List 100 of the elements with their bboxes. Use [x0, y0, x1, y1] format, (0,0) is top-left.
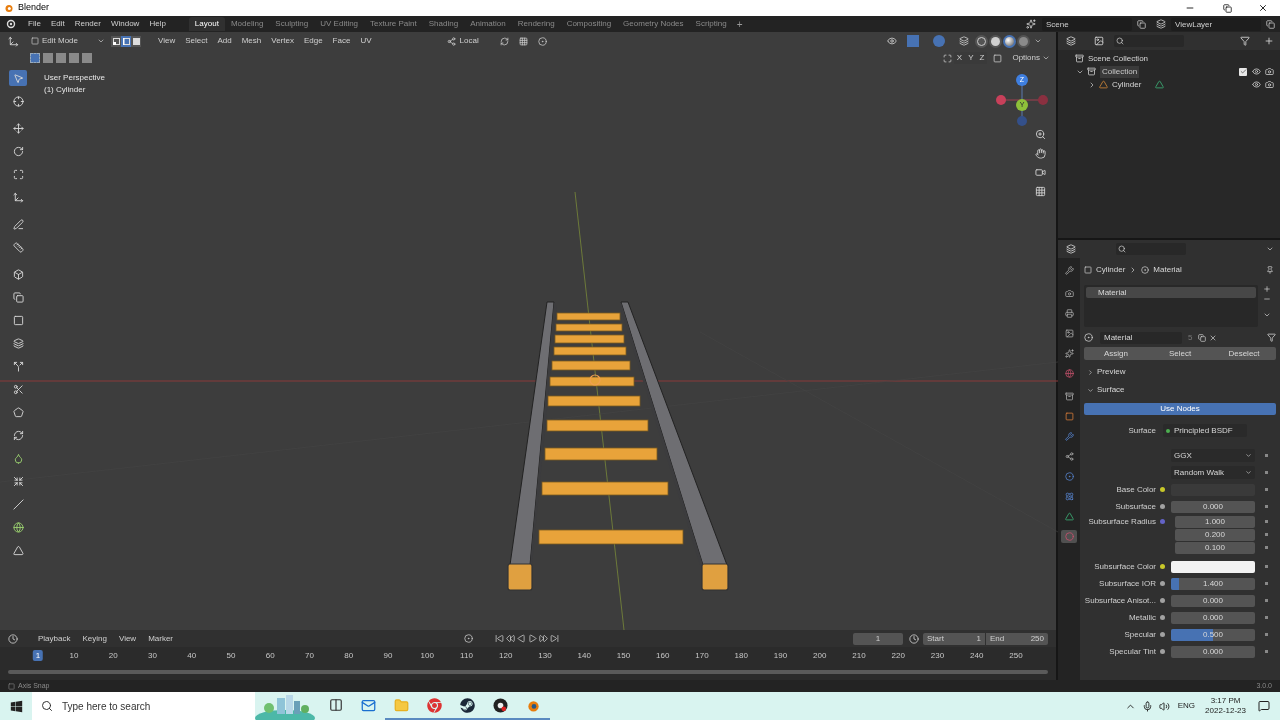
workspace-tab[interactable]: Scripting: [689, 18, 733, 30]
material-name-field[interactable]: Material: [1100, 331, 1182, 344]
shader-link-field[interactable]: Principled BSDF: [1163, 424, 1247, 437]
property-label: Subsurface Color: [1093, 560, 1157, 573]
slot-action-button[interactable]: Assign: [1084, 347, 1148, 360]
menu-item[interactable]: Playback: [32, 632, 77, 645]
property-label: Metallic: [1127, 611, 1157, 624]
clock[interactable]: 3:17 PM 2022-12-23: [1205, 696, 1246, 716]
number-field[interactable]: 0.000: [1171, 594, 1255, 607]
frame-number: 70: [305, 650, 314, 661]
frame-number: 100: [420, 650, 434, 661]
language-indicator[interactable]: ENG: [1177, 700, 1196, 712]
number-field[interactable]: 0.000: [1171, 500, 1255, 513]
vector-field[interactable]: 1.000: [1175, 515, 1255, 528]
panel-header[interactable]: Surface: [1097, 384, 1125, 396]
options-dropdown[interactable]: Options: [1012, 52, 1040, 64]
scene-field[interactable]: Scene: [1042, 17, 1132, 31]
frame-number: 250: [1009, 650, 1023, 661]
playhead-frame[interactable]: 1: [32, 650, 44, 661]
number-field[interactable]: 0.000: [1171, 645, 1255, 658]
menu-item[interactable]: Window: [105, 18, 145, 30]
panel-header[interactable]: Preview: [1097, 366, 1126, 378]
workspace-tab[interactable]: Layout: [188, 17, 225, 31]
menu-item[interactable]: UV: [355, 35, 377, 47]
add-workspace-button[interactable]: +: [732, 16, 747, 32]
workspace-tab[interactable]: Geometry Nodes: [617, 18, 690, 30]
property-label: Surface: [1127, 424, 1157, 437]
frame-number: 30: [148, 650, 157, 661]
frame-number: 40: [187, 650, 197, 661]
frame-number: 60: [265, 650, 275, 661]
menu-item[interactable]: Mesh: [236, 35, 267, 47]
menu-item[interactable]: Marker: [142, 632, 180, 645]
vector-field[interactable]: 0.200: [1175, 528, 1255, 541]
property-label: Subsurface Anisot...: [1084, 594, 1157, 607]
frame-number: 200: [813, 650, 827, 661]
frame-number: 90: [383, 650, 393, 661]
frame-number: 50: [226, 650, 236, 661]
user-count: 5: [1187, 331, 1194, 344]
vector-field[interactable]: 0.100: [1175, 541, 1255, 554]
menu-item[interactable]: Select: [180, 35, 213, 47]
workspace-tab[interactable]: UV Editing: [314, 18, 365, 30]
frame-number: 20: [108, 650, 118, 661]
slot-action-button[interactable]: Deselect: [1212, 347, 1276, 360]
current-frame-field[interactable]: 1: [853, 632, 903, 645]
number-slider[interactable]: 1.400: [1171, 577, 1255, 590]
menu-item[interactable]: Face: [327, 35, 356, 47]
menu-item[interactable]: Render: [69, 18, 106, 30]
taskbar-search-field[interactable]: Type here to search: [32, 692, 255, 720]
dropdown[interactable]: GGX: [1171, 449, 1255, 462]
workspace-tab[interactable]: Modeling: [224, 18, 270, 30]
orientation-dropdown[interactable]: Local: [459, 35, 500, 47]
menu-item[interactable]: Vertex: [266, 35, 299, 47]
frame-number: 160: [656, 650, 670, 661]
mode-dropdown[interactable]: Edit Mode: [42, 35, 97, 47]
workspace-tab[interactable]: Texture Paint: [364, 18, 423, 30]
end-frame-field[interactable]: End 250: [986, 632, 1048, 645]
menu-item[interactable]: View: [153, 35, 181, 47]
workspace-tab[interactable]: Sculpting: [269, 18, 315, 30]
outliner-item[interactable]: Scene Collection: [1088, 52, 1149, 65]
frame-number: 190: [773, 650, 788, 661]
workspace-tab[interactable]: Shading: [422, 18, 465, 30]
outliner-item[interactable]: Collection: [1100, 65, 1140, 78]
view-layer-field[interactable]: ViewLayer: [1171, 17, 1261, 31]
property-label: Specular Tint: [1108, 645, 1157, 658]
frame-number: 230: [930, 650, 945, 661]
frame-number: 150: [616, 650, 631, 661]
property-label: Subsurface Radius: [1087, 515, 1157, 528]
frame-number: 80: [344, 650, 354, 661]
window-title: Blender: [18, 1, 50, 15]
material-slot[interactable]: Material: [1086, 287, 1256, 298]
menu-item[interactable]: Help: [144, 18, 171, 30]
breadcrumb-item: Cylinder: [1096, 264, 1126, 276]
frame-number: 220: [891, 650, 905, 661]
start-frame-field[interactable]: Start 1: [923, 632, 985, 645]
dropdown[interactable]: Random Walk: [1171, 466, 1255, 479]
use-nodes-button[interactable]: Use Nodes: [1084, 403, 1276, 415]
frame-number: 10: [69, 650, 79, 661]
workspace-tab[interactable]: Animation: [464, 18, 512, 30]
frame-number: 170: [695, 650, 709, 661]
frame-number: 120: [499, 650, 513, 661]
menu-item[interactable]: View: [112, 632, 143, 645]
slot-action-button[interactable]: Select: [1148, 347, 1212, 360]
viewport-overlay-text: (1) Cylinder: [44, 84, 87, 96]
property-label: Subsurface IOR: [1098, 577, 1157, 590]
workspace-tab[interactable]: Compositing: [560, 18, 618, 30]
menu-item[interactable]: File: [23, 18, 46, 30]
menu-item[interactable]: Edit: [45, 18, 70, 30]
menu-item[interactable]: Keying: [76, 632, 113, 645]
menu-item[interactable]: Edge: [298, 35, 328, 47]
frame-number: 130: [538, 650, 552, 661]
property-label: Specular: [1123, 628, 1157, 641]
number-field[interactable]: 0.000: [1171, 611, 1255, 624]
frame-number: 210: [852, 650, 866, 661]
menu-item[interactable]: Add: [212, 35, 237, 47]
frame-number: 180: [734, 650, 748, 661]
property-label: Subsurface: [1114, 500, 1157, 513]
number-slider[interactable]: 0.500: [1171, 628, 1255, 641]
outliner-item[interactable]: Cylinder: [1112, 78, 1142, 91]
workspace-tab[interactable]: Rendering: [511, 18, 561, 30]
breadcrumb-item: Material: [1153, 264, 1182, 276]
